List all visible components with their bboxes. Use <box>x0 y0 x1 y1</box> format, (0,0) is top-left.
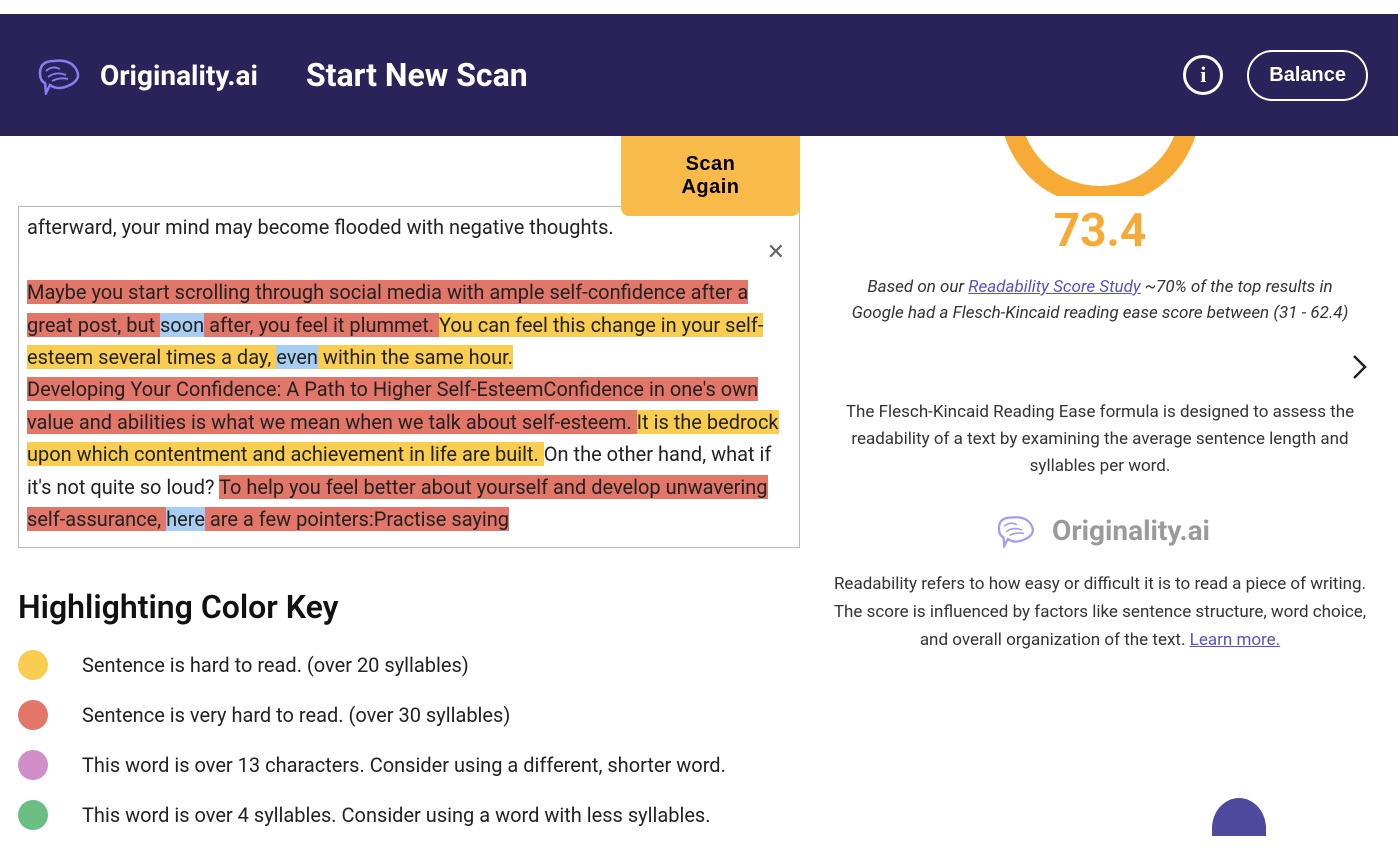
text-span: here <box>166 507 205 531</box>
text-span: your sense of self worth is high <box>27 206 304 207</box>
chevron-right-icon[interactable] <box>1352 354 1368 387</box>
text-span: within the same hour. <box>318 345 513 369</box>
score-panel: 73.4 Based on our Readability Score Stud… <box>820 136 1380 850</box>
text-span: are a few pointers:Practise saying <box>205 507 509 531</box>
text-span: after, you feel it plummet. <box>204 313 439 337</box>
logo-text: Originality.ai <box>100 59 258 92</box>
key-label: Sentence is very hard to read. (over 30 … <box>82 703 510 727</box>
key-row-yellow: Sentence is hard to read. (over 20 sylla… <box>18 650 800 680</box>
dot-red-icon <box>18 700 48 730</box>
text-span: even <box>276 345 318 369</box>
readability-score: 73.4 <box>820 204 1380 258</box>
score-arc <box>820 136 1380 196</box>
dot-yellow-icon <box>18 650 48 680</box>
readability-study-link[interactable]: Readability Score Study <box>968 277 1140 297</box>
scanned-text-box[interactable]: ✕ your sense of self worth is high you'l… <box>18 206 800 548</box>
readability-description: Readability refers to how easy or diffic… <box>820 570 1380 654</box>
dot-purple-icon <box>18 750 48 780</box>
brain-logo-icon <box>990 512 1040 548</box>
page-title: Start New Scan <box>306 56 528 94</box>
close-icon[interactable]: ✕ <box>767 235 785 271</box>
key-row-red: Sentence is very hard to read. (over 30 … <box>18 700 800 730</box>
key-label: This word is over 13 characters. Conside… <box>82 753 726 777</box>
info-button[interactable]: i <box>1183 55 1223 95</box>
logo[interactable]: Originality.ai <box>30 55 258 95</box>
mini-logo: Originality.ai <box>820 512 1380 548</box>
color-key-title: Highlighting Color Key <box>18 588 800 626</box>
key-label: This word is over 4 syllables. Consider … <box>82 803 711 827</box>
learn-more-link[interactable]: Learn more. <box>1190 630 1281 650</box>
key-label: Sentence is hard to read. (over 20 sylla… <box>82 653 469 677</box>
balance-button[interactable]: Balance <box>1247 50 1368 101</box>
dot-green-icon <box>18 800 48 830</box>
key-row-purple: This word is over 13 characters. Conside… <box>18 750 800 780</box>
brain-logo-icon <box>30 55 86 95</box>
scan-again-button[interactable]: Scan Again <box>621 136 800 216</box>
mini-logo-text: Originality.ai <box>1052 514 1210 547</box>
study-text: Based on our Readability Score Study ~70… <box>820 274 1380 327</box>
key-row-green: This word is over 4 syllables. Consider … <box>18 800 800 830</box>
app-header: Originality.ai Start New Scan i Balance <box>0 14 1398 136</box>
text-span: soon <box>160 313 204 337</box>
formula-description: The Flesch-Kincaid Reading Ease formula … <box>820 399 1380 481</box>
